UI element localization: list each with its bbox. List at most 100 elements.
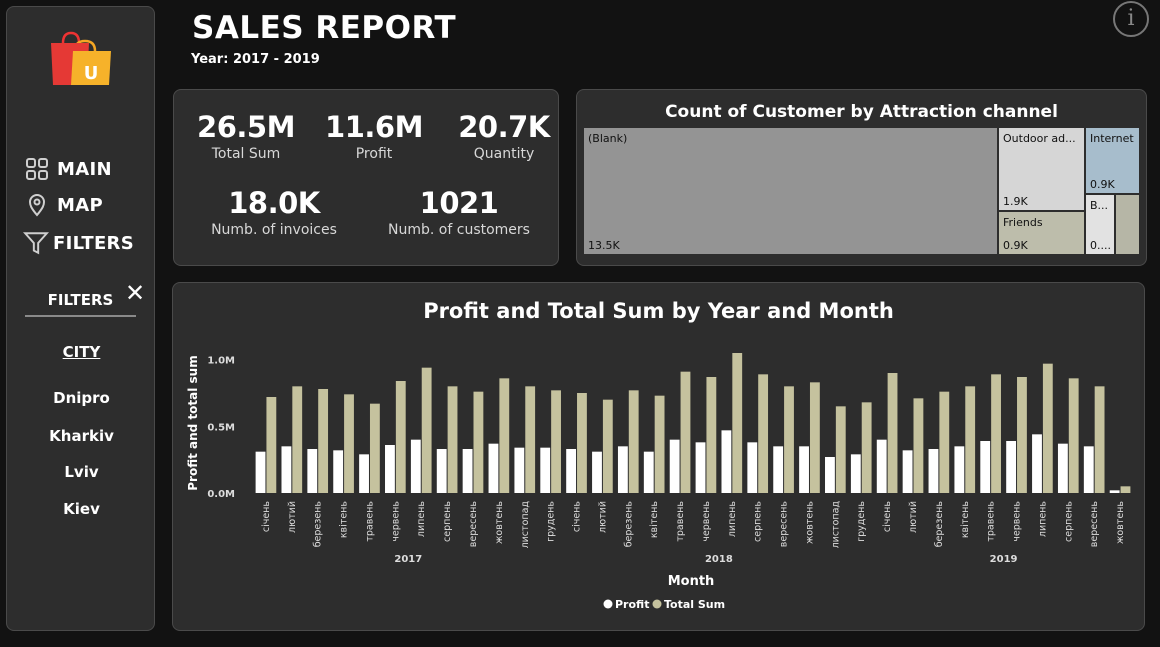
- city-option-lviv[interactable]: Lviv: [7, 463, 156, 481]
- total-sum-bar: [473, 391, 484, 493]
- treemap-tile-b[interactable]: B... 0....: [1085, 194, 1115, 255]
- map-pin-icon: [28, 194, 46, 217]
- x-tick-label: вересень: [779, 501, 790, 548]
- profit-bar: [773, 446, 784, 493]
- treemap-tile-internet[interactable]: Internet 0.9K: [1085, 127, 1140, 194]
- profit-bar: [307, 449, 318, 493]
- x-tick-label: серпень: [1063, 501, 1074, 542]
- page-title: SALES REPORT: [192, 10, 457, 46]
- total-sum-bar: [680, 371, 691, 493]
- x-tick-label: червень: [1012, 501, 1023, 542]
- x-tick-label: липень: [416, 501, 427, 538]
- x-tick-label: січень: [261, 501, 272, 533]
- total-sum-bar: [991, 374, 1001, 493]
- year-label: 2019: [990, 554, 1018, 565]
- treemap-tile-internet-label: Internet: [1090, 132, 1134, 145]
- city-filter-header[interactable]: CITY: [7, 343, 156, 361]
- x-tick-label: червень: [701, 501, 712, 542]
- profit-bar: [436, 449, 447, 493]
- profit-bar: [643, 451, 654, 493]
- legend-profit-label: Profit: [615, 598, 649, 611]
- x-tick-label: травень: [986, 501, 997, 542]
- treemap-tile-outdoor[interactable]: Outdoor ad... 1.9K: [998, 127, 1085, 211]
- treemap-tile-blank-value: 13.5K: [588, 239, 620, 252]
- kpi-quantity-label: Quantity: [473, 146, 535, 162]
- shopping-bag-logo-icon: U: [51, 31, 111, 85]
- treemap-tile-other[interactable]: [1115, 194, 1140, 255]
- nav-map-label: MAP: [57, 194, 103, 216]
- profit-bar: [540, 447, 551, 493]
- total-sum-bar: [266, 397, 277, 493]
- svg-text:U: U: [84, 63, 99, 84]
- year-label: 2018: [705, 554, 733, 565]
- x-tick-label: березень: [313, 501, 324, 548]
- profit-bar: [359, 454, 369, 493]
- city-option-kharkiv[interactable]: Kharkiv: [7, 427, 156, 445]
- total-sum-bar: [395, 381, 406, 493]
- total-sum-bar: [732, 353, 743, 493]
- kpi-invoices-label: Numb. of invoices: [211, 222, 337, 238]
- city-option-kiev[interactable]: Kiev: [7, 500, 156, 518]
- treemap-tile-b-value: 0....: [1090, 239, 1111, 252]
- close-icon[interactable]: ✕: [125, 281, 145, 305]
- kpi-total-sum-label: Total Sum: [211, 146, 281, 162]
- city-option-dnipro[interactable]: Dnipro: [7, 389, 156, 407]
- profit-bar: [281, 446, 292, 493]
- total-sum-bar: [1120, 486, 1131, 493]
- profit-bar: [747, 442, 758, 493]
- x-tick-label: вересень: [1089, 501, 1100, 548]
- profit-bar: [1032, 434, 1042, 493]
- kpi-customers: 1021 Numb. of customers: [379, 186, 539, 238]
- x-tick-label: серпень: [753, 501, 764, 542]
- x-tick-label: листопад: [520, 501, 531, 549]
- x-tick-label: березень: [934, 501, 945, 548]
- x-tick-label: листопад: [830, 501, 841, 549]
- nav-main[interactable]: MAIN: [25, 157, 112, 181]
- legend-total-sum-label: Total Sum: [664, 598, 725, 611]
- x-tick-label: квітень: [649, 501, 660, 539]
- profit-bar: [876, 439, 887, 493]
- treemap-tile-friends[interactable]: Friends 0.9K: [998, 211, 1085, 255]
- total-sum-bar: [292, 386, 303, 493]
- x-tick-label: вересень: [468, 501, 479, 548]
- kpi-profit-value: 11.6M: [325, 110, 423, 144]
- profit-bar: [954, 446, 965, 493]
- profit-bar: [514, 447, 525, 493]
- sidebar: U MAIN MAP FILTERS FILTERS ✕ CITY Dnipro…: [6, 6, 155, 631]
- profit-bar: [799, 446, 809, 493]
- info-icon[interactable]: i: [1113, 1, 1149, 37]
- profit-bar: [333, 450, 344, 493]
- kpi-quantity-value: 20.7K: [458, 110, 550, 144]
- nav-map[interactable]: MAP: [25, 193, 103, 217]
- total-sum-bar: [835, 406, 846, 493]
- profit-bar: [488, 443, 499, 493]
- profit-bar: [721, 430, 732, 493]
- profit-bar: [1083, 446, 1094, 493]
- x-tick-label: липень: [1037, 501, 1048, 538]
- page-subtitle: Year: 2017 - 2019: [191, 52, 320, 67]
- treemap-tile-friends-label: Friends: [1003, 216, 1043, 229]
- treemap-tile-blank[interactable]: (Blank) 13.5K: [583, 127, 998, 255]
- profit-bar: [566, 449, 577, 493]
- nav-filters[interactable]: FILTERS: [23, 230, 134, 256]
- total-sum-bar: [784, 386, 794, 493]
- profit-bar: [928, 449, 939, 493]
- total-sum-bar: [318, 389, 329, 493]
- grid-icon: [26, 158, 48, 180]
- legend-total-sum-marker: [652, 599, 662, 609]
- total-sum-bar: [344, 394, 354, 493]
- profit-bar: [1057, 443, 1068, 493]
- treemap-tile-b-label: B...: [1090, 199, 1109, 212]
- kpi-profit-label: Profit: [355, 146, 393, 162]
- total-sum-bar: [913, 398, 924, 493]
- chart-card: Profit and Total Sum by Year and Month 0…: [172, 282, 1145, 631]
- nav-filters-label: FILTERS: [53, 232, 134, 254]
- treemap-title: Count of Customer by Attraction channel: [665, 102, 1058, 122]
- treemap-tile-outdoor-label: Outdoor ad...: [1003, 132, 1076, 145]
- profit-bar: [695, 442, 706, 493]
- total-sum-bar: [965, 386, 976, 493]
- x-tick-label: жовтень: [804, 501, 815, 545]
- x-tick-label: серпень: [442, 501, 453, 542]
- kpi-profit: 11.6M Profit: [324, 110, 424, 162]
- profit-bar: [1006, 441, 1017, 493]
